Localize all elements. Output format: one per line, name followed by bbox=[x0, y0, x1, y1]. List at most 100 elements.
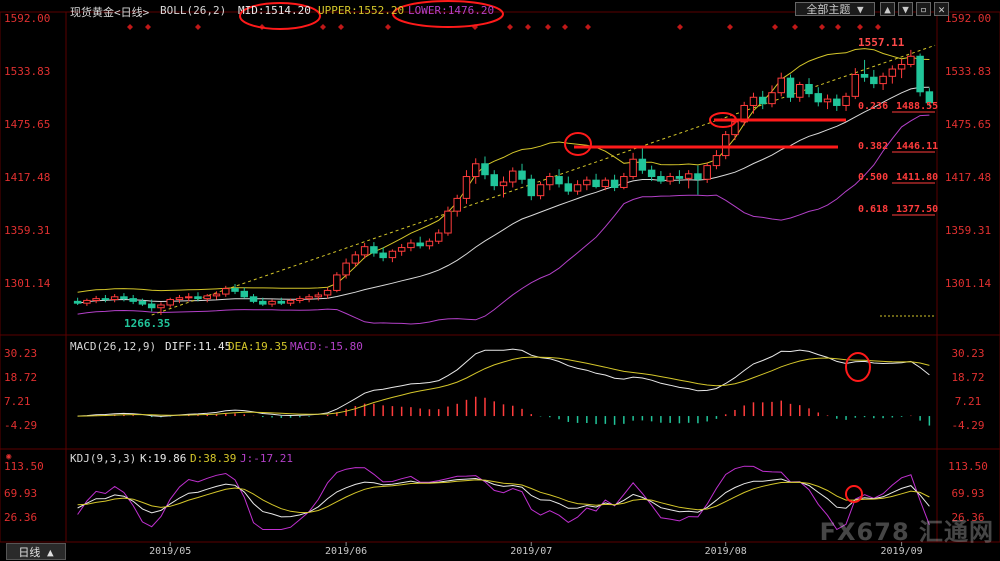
theme-dropdown-button[interactable]: 全部主题 ▼ bbox=[795, 2, 875, 16]
candle-body bbox=[92, 298, 100, 301]
panel-arrow-down-icon[interactable]: ▼ bbox=[898, 2, 913, 16]
price-tick-left: 1533.83 bbox=[4, 65, 50, 78]
candle-body bbox=[259, 300, 267, 305]
candle-body bbox=[407, 242, 415, 249]
kdj-settings-icon[interactable]: ◉ bbox=[6, 452, 11, 462]
signal-marker bbox=[727, 24, 733, 30]
price-tick-right: 1533.83 bbox=[945, 65, 991, 78]
candle-body bbox=[351, 254, 360, 264]
candle-body bbox=[647, 169, 656, 178]
candle-body bbox=[333, 274, 341, 291]
candle-body bbox=[610, 179, 619, 188]
date-label: 2019/05 bbox=[149, 546, 191, 557]
macd-tick-right: 7.21 bbox=[955, 395, 982, 408]
chart-window: 1592.00 1592.00 1533.83 1533.83 1475.65 1475.… bbox=[0, 0, 1000, 561]
candle-body bbox=[638, 158, 647, 171]
kdj-tick-right: 113.50 bbox=[948, 460, 988, 473]
kdj-tick-right: 69.93 bbox=[951, 487, 984, 500]
candle-body bbox=[592, 179, 600, 188]
candle-body bbox=[573, 184, 582, 192]
price-tick-left: 1359.31 bbox=[4, 224, 50, 237]
boll-mid-value: MID:1514.20 bbox=[238, 4, 311, 17]
fib-price-label: 1488.55 bbox=[896, 101, 938, 112]
candle-body bbox=[546, 176, 554, 186]
candle-body bbox=[83, 299, 91, 304]
price-tick-left: 1475.65 bbox=[4, 118, 50, 131]
date-label: 2019/06 bbox=[325, 546, 367, 557]
candle-body bbox=[620, 176, 628, 188]
signal-marker bbox=[562, 24, 568, 30]
boll-upper-value: UPPER:1552.20 bbox=[318, 4, 405, 17]
period-tab-daily[interactable]: 日线 ▲ bbox=[6, 543, 66, 560]
restore-window-icon[interactable]: ▫ bbox=[916, 2, 931, 16]
candle-body bbox=[490, 174, 498, 187]
candle-body bbox=[231, 288, 239, 292]
macd-tick-right: 18.72 bbox=[951, 371, 984, 384]
candle-body bbox=[286, 299, 295, 304]
candle-body bbox=[471, 163, 480, 178]
macd-tick-left: -4.29 bbox=[4, 419, 37, 432]
candle-body bbox=[434, 232, 443, 242]
candle-body bbox=[499, 181, 508, 187]
candle-body bbox=[823, 98, 832, 103]
fib-price-label: 1446.11 bbox=[896, 141, 938, 152]
watermark-logo: FX678 汇通网 bbox=[819, 518, 994, 546]
macd-value: MACD:-15.80 bbox=[290, 340, 363, 353]
boll-lower-value: LOWER:1476.20 bbox=[408, 4, 495, 17]
date-label: 2019/08 bbox=[705, 546, 747, 557]
candle-body bbox=[157, 304, 165, 309]
candle-body bbox=[138, 300, 147, 305]
candle-body bbox=[110, 296, 119, 301]
candle-body bbox=[379, 252, 387, 259]
candle-body bbox=[712, 155, 721, 167]
candle-body bbox=[518, 170, 526, 180]
price-tick-left: 1592.00 bbox=[4, 12, 50, 25]
candle-body bbox=[268, 300, 276, 305]
signal-marker bbox=[145, 24, 151, 30]
price-tick-left: 1417.48 bbox=[4, 171, 50, 184]
panel-border-0 bbox=[0, 11, 1000, 336]
low-annotation: 1266.35 bbox=[124, 317, 170, 330]
candle-body bbox=[675, 176, 684, 179]
candle-body bbox=[453, 197, 461, 212]
candle-body bbox=[240, 290, 249, 298]
candle-body bbox=[694, 173, 702, 180]
signal-marker bbox=[195, 24, 201, 30]
boll-indicator-label: BOLL(26,2) bbox=[160, 4, 227, 17]
price-tick-right: 1475.65 bbox=[945, 118, 991, 131]
macd-highlight-circle bbox=[845, 352, 871, 382]
macd-tick-left: 7.21 bbox=[4, 395, 31, 408]
candlestick-chart[interactable]: 1592.00 1592.00 1533.83 1533.83 1475.65 1475.… bbox=[0, 0, 1000, 561]
panel-arrow-up-icon[interactable]: ▲ bbox=[880, 2, 895, 16]
candle-body bbox=[888, 68, 897, 77]
macd-tick-left: 18.72 bbox=[4, 371, 37, 384]
candle-body bbox=[73, 300, 82, 304]
kdj-d-value: D:38.39 bbox=[190, 452, 237, 465]
fib-ratio-label: 0.382 bbox=[858, 141, 888, 152]
candle-body bbox=[166, 299, 174, 306]
close-panel-icon[interactable]: ✕ bbox=[934, 2, 949, 16]
macd-tick-right: -4.29 bbox=[951, 419, 984, 432]
candle-body bbox=[870, 76, 878, 85]
candle-body bbox=[897, 63, 906, 70]
candle-body bbox=[749, 96, 758, 106]
kdj-k-value: K:19.86 bbox=[140, 452, 187, 465]
fib-ratio-label: 0.236 bbox=[858, 101, 888, 112]
candle-body bbox=[833, 98, 841, 106]
signal-marker bbox=[819, 24, 825, 30]
candle-body bbox=[425, 240, 434, 247]
date-label: 2019/09 bbox=[881, 546, 923, 557]
candle-body bbox=[601, 179, 610, 188]
kdj-j-line bbox=[77, 465, 930, 531]
signal-marker bbox=[338, 24, 344, 30]
candle-body bbox=[684, 173, 693, 179]
macd-dea-value: DEA:19.35 bbox=[228, 340, 288, 353]
signal-marker bbox=[772, 24, 778, 30]
signal-marker bbox=[857, 24, 863, 30]
candle-body bbox=[305, 296, 313, 300]
candle-body bbox=[203, 295, 211, 300]
candle-body bbox=[360, 246, 369, 256]
candle-body bbox=[277, 300, 286, 304]
signal-marker bbox=[545, 24, 551, 30]
candle-body bbox=[907, 55, 915, 65]
